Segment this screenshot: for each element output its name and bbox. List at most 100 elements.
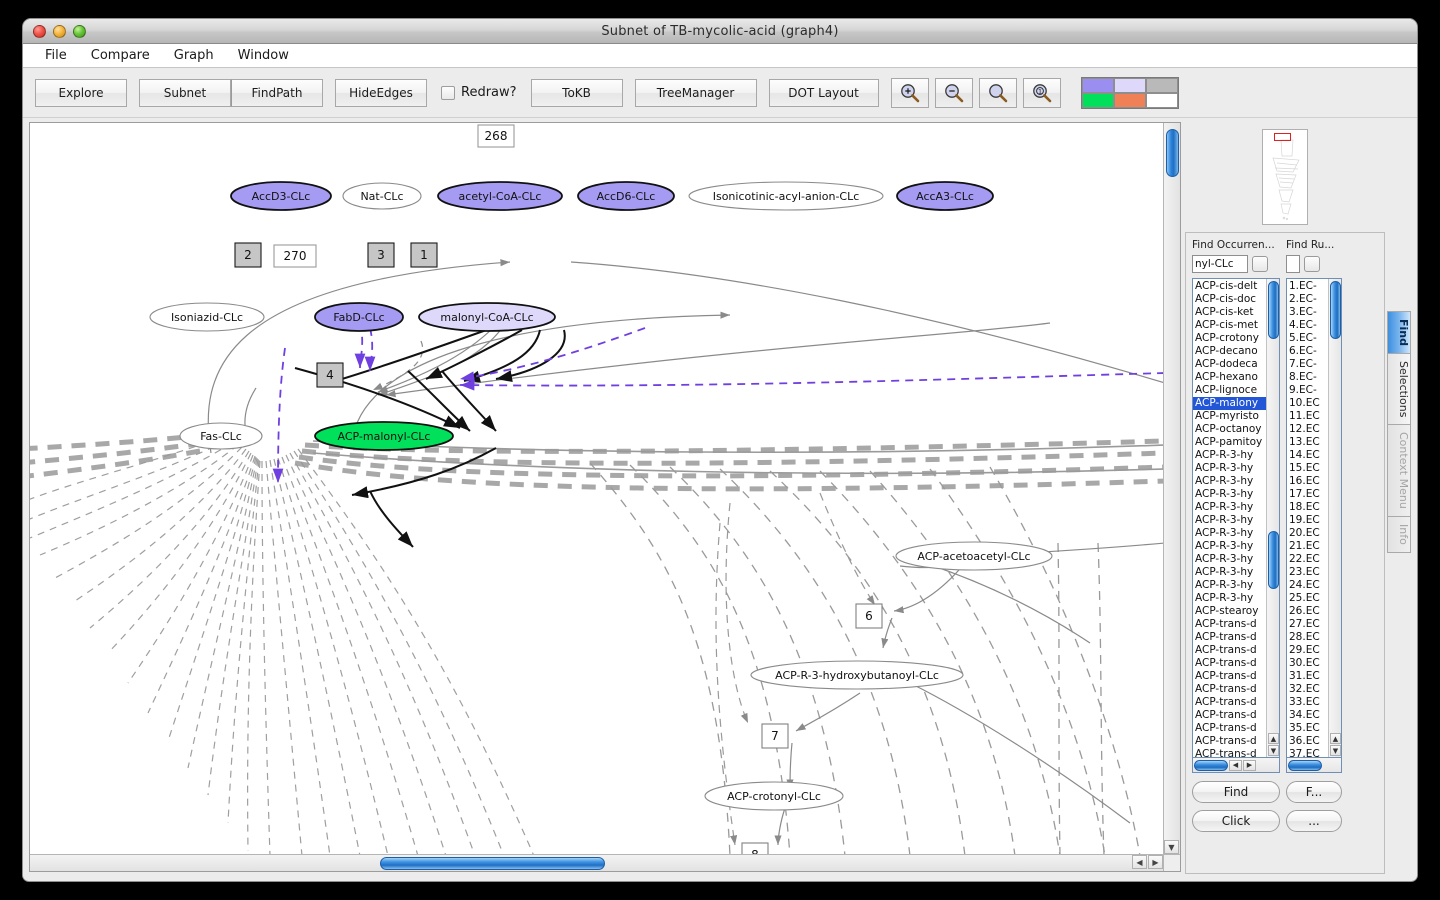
graph-node[interactable]: Nat-CLc: [342, 182, 422, 210]
list-item[interactable]: 6.EC-: [1287, 345, 1328, 358]
list-item[interactable]: ACP-trans-d: [1193, 735, 1266, 748]
list-item[interactable]: 7.EC-: [1287, 358, 1328, 371]
list-item[interactable]: ACP-malony: [1193, 397, 1266, 410]
graph-node[interactable]: malonyl-CoA-CLc: [418, 302, 556, 332]
canvas-horizontal-scrollbar[interactable]: ◀ ▶: [30, 854, 1163, 871]
list-item[interactable]: ACP-trans-d: [1193, 657, 1266, 670]
list-item[interactable]: ACP-trans-d: [1193, 644, 1266, 657]
dotlayout-button[interactable]: DOT Layout: [768, 78, 879, 107]
list-item[interactable]: 25.EC: [1287, 592, 1328, 605]
swatch-green[interactable]: [1081, 92, 1114, 108]
graph-viewport[interactable]: 268 270 2 3 1 4 6 7 8 AccD3-CLc Nat-CLc acetyl-CoA-…: [30, 123, 1163, 854]
graph-node[interactable]: 7: [761, 723, 789, 749]
swatch-purple[interactable]: [1081, 77, 1114, 93]
list-item[interactable]: ACP-R-3-hy: [1193, 449, 1266, 462]
list-item[interactable]: 34.EC: [1287, 709, 1328, 722]
list-item[interactable]: ACP-R-3-hy: [1193, 462, 1266, 475]
list-item[interactable]: 12.EC: [1287, 423, 1328, 436]
list-item[interactable]: 29.EC: [1287, 644, 1328, 657]
list-item[interactable]: ACP-R-3-hy: [1193, 527, 1266, 540]
list-item[interactable]: 24.EC: [1287, 579, 1328, 592]
tab-selections[interactable]: Selections: [1387, 353, 1411, 425]
menu-compare[interactable]: Compare: [81, 46, 160, 65]
tab-context-menu[interactable]: Context Menu: [1387, 424, 1411, 517]
list-item[interactable]: ACP-trans-d: [1193, 618, 1266, 631]
graph-node[interactable]: Fas-CLc: [179, 422, 263, 450]
swatch-lavender[interactable]: [1113, 77, 1146, 93]
occ-hscroll-right-arrow[interactable]: ▶: [1243, 759, 1256, 771]
graph-node[interactable]: ACP-crotonyl-CLc: [704, 781, 844, 811]
graph-node[interactable]: AccD3-CLc: [230, 181, 332, 211]
zoom-in-icon-button[interactable]: [890, 77, 929, 108]
find-occurrences-option-box[interactable]: [1252, 256, 1268, 272]
find-rules-hscrollbar[interactable]: [1286, 758, 1342, 773]
canvas-hscroll-left-arrow[interactable]: ◀: [1132, 855, 1147, 869]
list-item[interactable]: 14.EC: [1287, 449, 1328, 462]
find-occurrences-scrollbar[interactable]: ▲ ▼: [1266, 279, 1279, 757]
occ-scroll-thumb[interactable]: [1268, 531, 1279, 589]
graph-node[interactable]: 3: [367, 242, 395, 268]
menu-window[interactable]: Window: [228, 46, 299, 65]
graph-node[interactable]: 8: [741, 842, 769, 854]
find-rules-option-box[interactable]: [1304, 256, 1320, 272]
menu-file[interactable]: File: [35, 46, 77, 65]
list-item[interactable]: ACP-R-3-hy: [1193, 553, 1266, 566]
canvas-hscroll-thumb[interactable]: [380, 857, 605, 870]
list-item[interactable]: ACP-R-3-hy: [1193, 488, 1266, 501]
subnet-button[interactable]: Subnet: [139, 78, 231, 107]
list-item[interactable]: 26.EC: [1287, 605, 1328, 618]
list-item[interactable]: ACP-trans-d: [1193, 631, 1266, 644]
click-button[interactable]: Click: [1192, 810, 1280, 832]
list-item[interactable]: 19.EC: [1287, 514, 1328, 527]
close-button[interactable]: [33, 25, 46, 38]
graph-node[interactable]: 2: [234, 242, 262, 268]
rules-scroll-thumb[interactable]: [1330, 281, 1341, 339]
list-item[interactable]: 2.EC-: [1287, 293, 1328, 306]
hideedges-button[interactable]: HideEdges: [335, 78, 427, 107]
list-item[interactable]: 17.EC: [1287, 488, 1328, 501]
click-short-button[interactable]: ...: [1286, 810, 1342, 832]
list-item[interactable]: 10.EC: [1287, 397, 1328, 410]
occ-scroll-down-arrow[interactable]: ▼: [1268, 745, 1279, 756]
list-item[interactable]: ACP-trans-d: [1193, 748, 1266, 757]
tokb-button[interactable]: ToKB: [530, 78, 623, 107]
list-item[interactable]: ACP-R-3-hy: [1193, 514, 1266, 527]
list-item[interactable]: 15.EC: [1287, 462, 1328, 475]
list-item[interactable]: 32.EC: [1287, 683, 1328, 696]
find-occurrences-list[interactable]: ACP-cis-delt ACP-cis-doc ACP-cis-ket ACP-ci…: [1192, 278, 1280, 758]
explore-button[interactable]: Explore: [35, 78, 127, 107]
window-controls[interactable]: [33, 25, 86, 38]
swatch-white[interactable]: [1145, 92, 1178, 108]
list-item[interactable]: ACP-trans-d: [1193, 709, 1266, 722]
list-item[interactable]: 31.EC: [1287, 670, 1328, 683]
list-item[interactable]: ACP-trans-d: [1193, 696, 1266, 709]
graph-canvas-panel[interactable]: 268 270 2 3 1 4 6 7 8 AccD3-CLc Nat-CLc acetyl-CoA-…: [29, 122, 1181, 872]
list-item[interactable]: ACP-crotony: [1193, 332, 1266, 345]
occ-hscroll-left-arrow[interactable]: ◀: [1229, 759, 1242, 771]
rules-hscroll-thumb[interactable]: [1288, 759, 1322, 771]
minimize-button[interactable]: [53, 25, 66, 38]
zoom-out-icon-button[interactable]: [934, 77, 973, 108]
graph-node[interactable]: Isonicotinic-acyl-anion-CLc: [688, 181, 884, 211]
zoom-fit-icon-button[interactable]: [978, 77, 1017, 108]
swatch-orange[interactable]: [1113, 92, 1146, 108]
canvas-vscroll-thumb[interactable]: [1166, 129, 1179, 177]
find-occurrences-list-items[interactable]: ACP-cis-delt ACP-cis-doc ACP-cis-ket ACP-ci…: [1193, 279, 1266, 757]
find-rules-scrollbar[interactable]: ▲ ▼: [1328, 279, 1341, 757]
find-occurrences-hscrollbar[interactable]: ◀ ▶: [1192, 758, 1280, 773]
canvas-vscroll-down-arrow[interactable]: ▼: [1164, 840, 1179, 854]
graph-node[interactable]: ACP-R-3-hydroxybutanoyl-CLc: [750, 660, 964, 690]
list-item[interactable]: 16.EC: [1287, 475, 1328, 488]
list-item[interactable]: ACP-pamitoy: [1193, 436, 1266, 449]
list-item[interactable]: ACP-R-3-hy: [1193, 540, 1266, 553]
graph-node[interactable]: acetyl-CoA-CLc: [437, 181, 563, 211]
list-item[interactable]: ACP-octanoy: [1193, 423, 1266, 436]
find-button[interactable]: Find: [1192, 781, 1280, 803]
redraw-checkbox-row[interactable]: Redraw?: [441, 85, 517, 100]
list-item[interactable]: ACP-trans-d: [1193, 722, 1266, 735]
list-item[interactable]: 35.EC: [1287, 722, 1328, 735]
list-item[interactable]: 4.EC-: [1287, 319, 1328, 332]
list-item[interactable]: ACP-cis-ket: [1193, 306, 1266, 319]
overview-viewport-rectangle[interactable]: [1274, 133, 1291, 141]
graph-node[interactable]: 1: [410, 242, 438, 268]
